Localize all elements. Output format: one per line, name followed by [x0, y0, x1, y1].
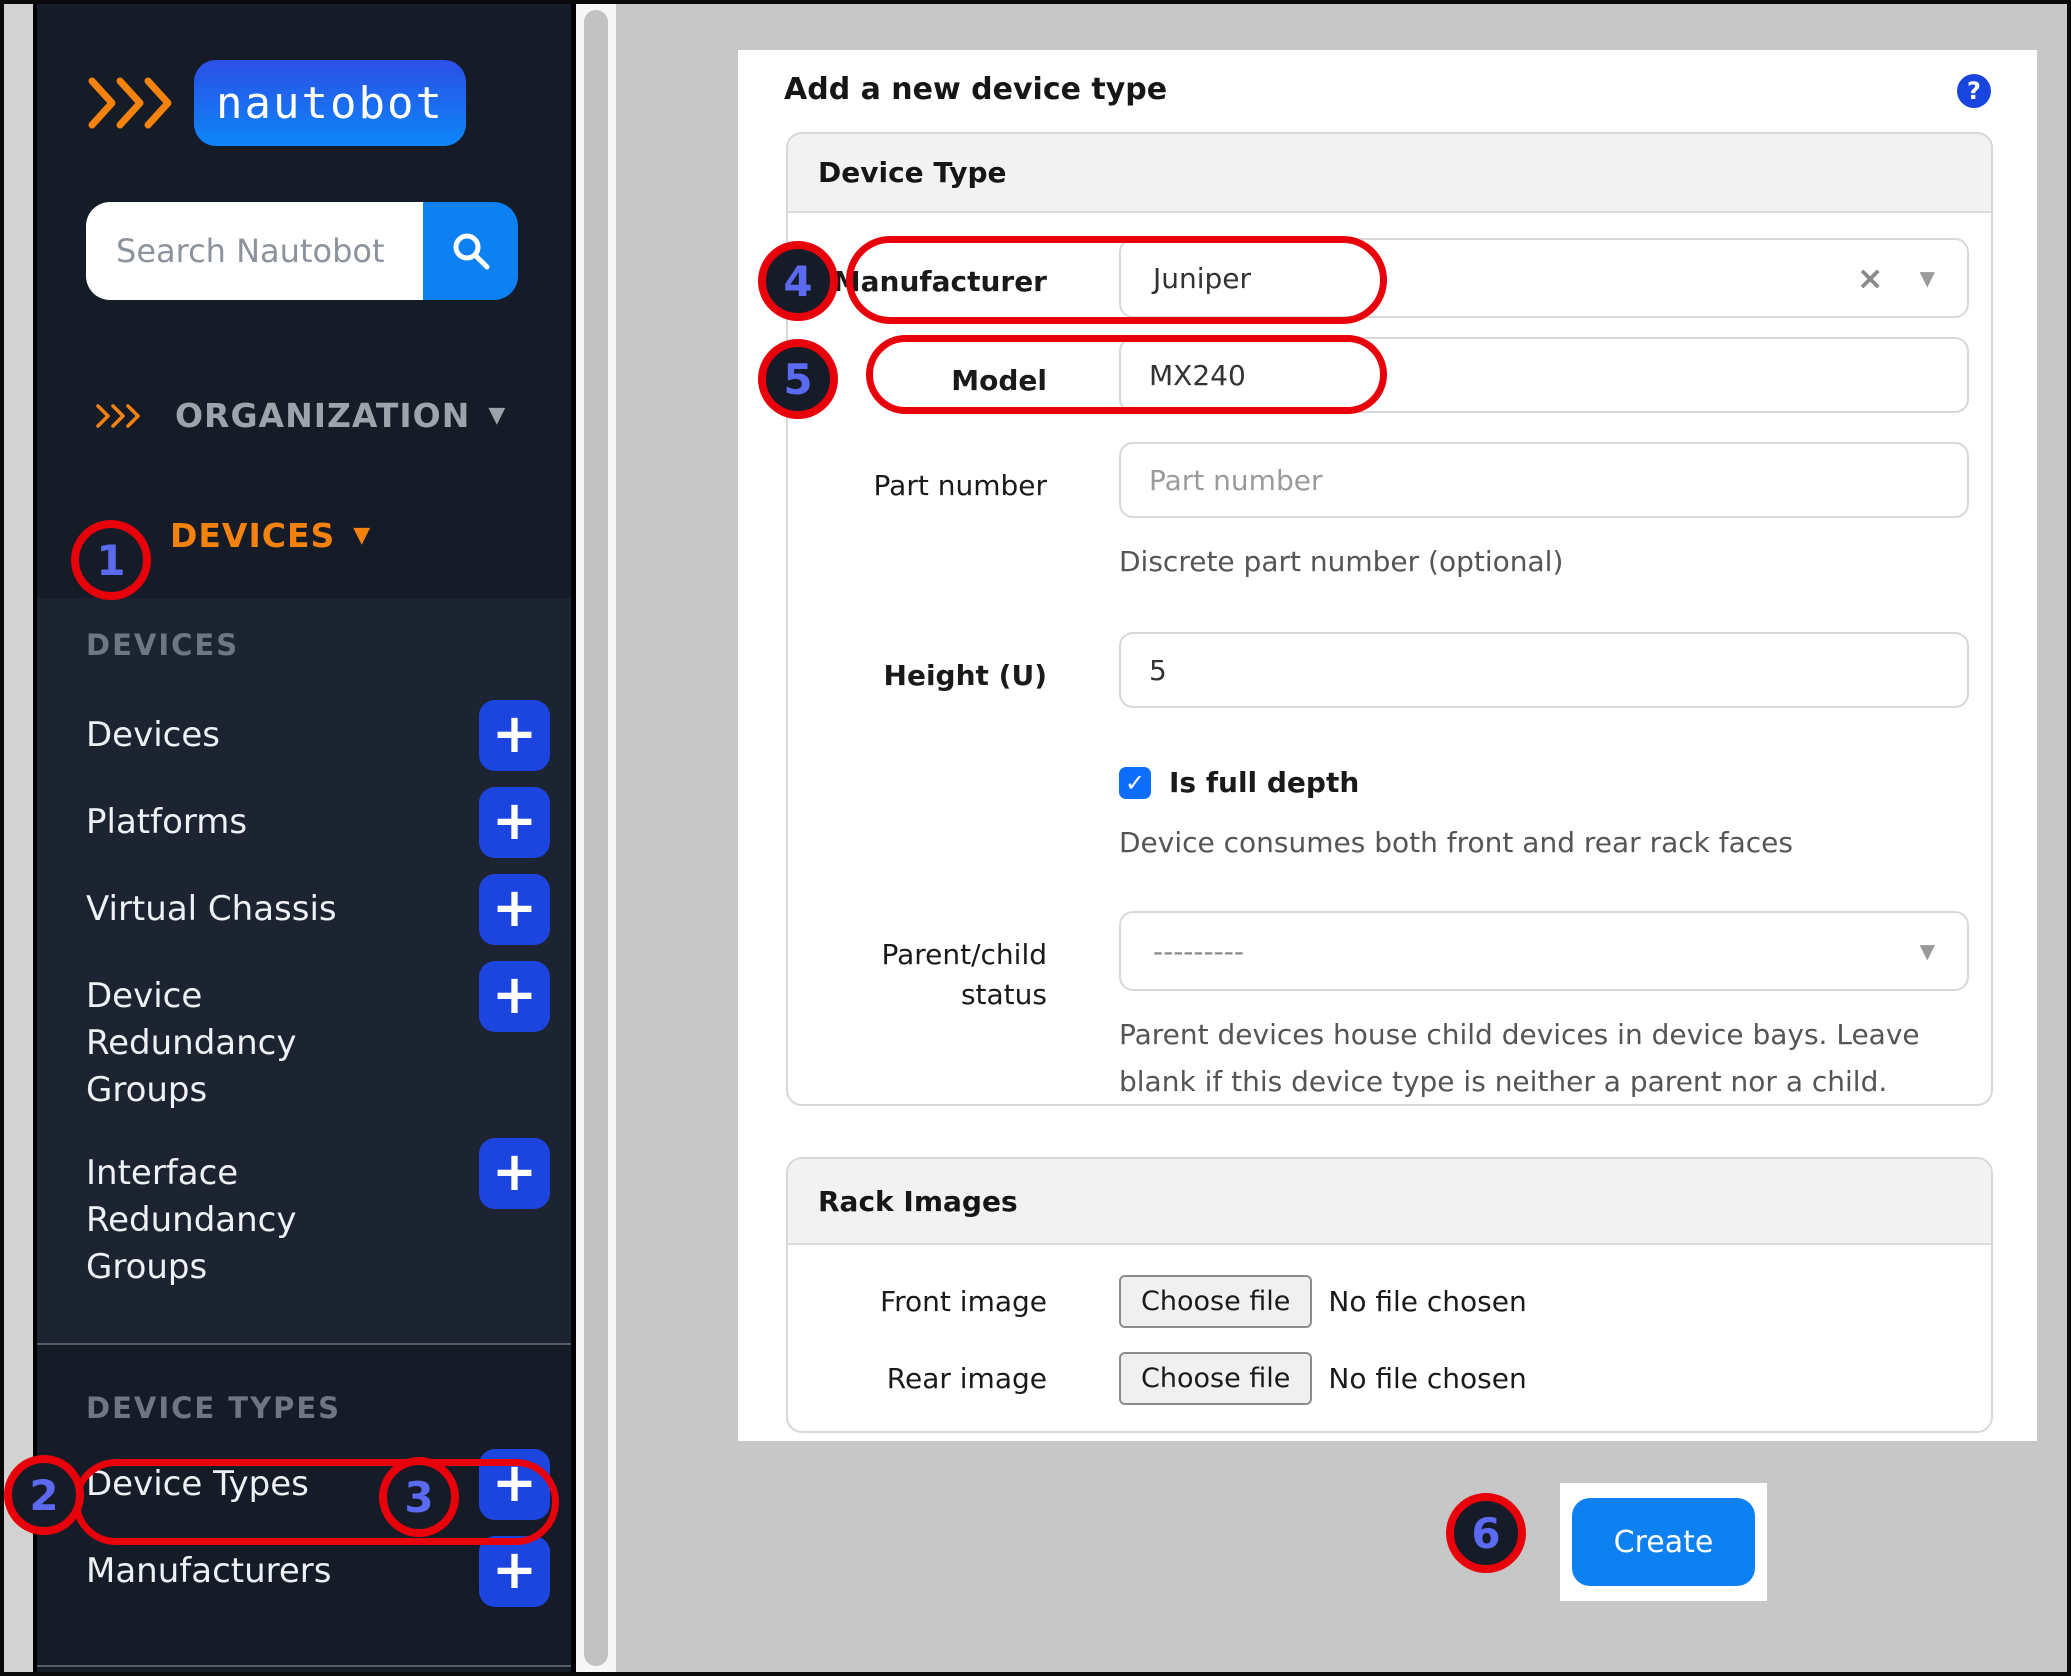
height-label: Height (U): [883, 659, 1047, 692]
rear-image-label: Rear image: [886, 1362, 1047, 1395]
chevron-down-icon: ▼: [1919, 266, 1935, 290]
create-button-card: Create: [1560, 1483, 1767, 1601]
front-image-label: Front image: [880, 1285, 1047, 1318]
devices-submenu: DEVICES Devices + Platforms + Virtual Ch…: [37, 598, 571, 1345]
add-device-type-button[interactable]: +: [479, 1449, 550, 1520]
device-types-submenu: DEVICE TYPES Device Types + Manufacturer…: [37, 1345, 571, 1672]
annotation-step-4: 4: [758, 241, 838, 321]
part-number-label: Part number: [873, 469, 1047, 502]
chevron-down-icon: ▼: [488, 403, 506, 428]
sidebar-item-manufacturers[interactable]: Manufacturers +: [86, 1536, 550, 1607]
scrollbar-track[interactable]: [576, 4, 616, 1672]
model-input[interactable]: [1119, 337, 1969, 413]
model-label: Model: [951, 364, 1047, 397]
model-row: Model: [788, 337, 1991, 413]
rear-image-status: No file chosen: [1328, 1362, 1527, 1395]
sidebar-item-label: Manufacturers: [86, 1551, 332, 1591]
annotation-step-3: 3: [379, 1457, 459, 1537]
nav-organization-label: ORGANIZATION: [175, 396, 471, 435]
add-platform-button[interactable]: +: [479, 787, 550, 858]
sidebar-item-label: Devices: [86, 715, 220, 755]
section-header-devices: DEVICES: [86, 628, 240, 662]
annotation-step-5: 5: [758, 339, 838, 419]
device-type-panel: Device Type Manufacturer Juniper × ▼ Mod…: [786, 132, 1993, 1106]
logo-wordmark: nautobot: [194, 60, 466, 146]
clear-selection-icon[interactable]: ×: [1857, 259, 1884, 297]
sidebar-item-label: Virtual Chassis: [86, 889, 337, 929]
sidebar-item-platforms[interactable]: Platforms +: [86, 787, 550, 858]
add-manufacturer-button[interactable]: +: [479, 1536, 550, 1607]
add-device-button[interactable]: +: [479, 700, 550, 771]
chevrons-small-icon: [95, 402, 143, 430]
scrollbar-thumb[interactable]: [584, 10, 608, 1666]
front-image-choose-file-button[interactable]: Choose file: [1119, 1275, 1313, 1328]
nav-devices[interactable]: DEVICES ▼: [170, 516, 370, 555]
sidebar-item-label: Platforms: [86, 802, 248, 842]
chevron-down-icon: ▼: [353, 523, 371, 548]
sidebar-item-interface-redundancy-groups[interactable]: Interface Redundancy Groups +: [86, 1138, 550, 1291]
sidebar-item-device-types[interactable]: Device Types +: [86, 1449, 550, 1520]
annotation-step-1: 1: [71, 520, 151, 600]
full-depth-row: ✓ Is full depth Device consumes both fro…: [788, 766, 1991, 866]
annotation-step-2: 2: [4, 1455, 84, 1535]
sidebar: nautobot Search Nautobot ORGANIZATION ▼ …: [33, 4, 576, 1672]
sidebar-item-label: Device Types: [86, 1464, 309, 1504]
nav-devices-label: DEVICES: [170, 516, 336, 555]
sidebar-divider: [37, 1665, 571, 1667]
page-title: Add a new device type: [784, 72, 1168, 107]
height-input[interactable]: [1119, 632, 1969, 708]
parent-child-row: Parent/child status --------- ▼ Parent d…: [788, 911, 1991, 1104]
add-device-redundancy-group-button[interactable]: +: [479, 961, 550, 1032]
chevrons-icon: [86, 71, 178, 135]
chevron-down-icon: ▼: [1919, 939, 1935, 963]
part-number-input[interactable]: [1119, 442, 1969, 518]
device-type-panel-header: Device Type: [788, 134, 1991, 213]
part-number-row: Part number Discrete part number (option…: [788, 442, 1991, 585]
part-number-help: Discrete part number (optional): [1119, 545, 1564, 578]
full-depth-checkbox[interactable]: ✓: [1119, 766, 1151, 799]
front-image-status: No file chosen: [1328, 1285, 1527, 1318]
manufacturer-select[interactable]: Juniper × ▼: [1119, 238, 1969, 318]
height-row: Height (U): [788, 632, 1991, 708]
sidebar-item-devices[interactable]: Devices +: [86, 700, 550, 771]
search-input[interactable]: Search Nautobot: [86, 202, 423, 300]
nav-organization[interactable]: ORGANIZATION ▼: [95, 396, 505, 435]
parent-child-label: Parent/child status: [881, 938, 1047, 1011]
section-header-device-types: DEVICE TYPES: [86, 1391, 342, 1425]
rear-image-row: Rear image Choose file No file chosen: [788, 1352, 1991, 1405]
parent-child-help: Parent devices house child devices in de…: [1119, 1018, 1920, 1098]
create-button[interactable]: Create: [1572, 1498, 1755, 1586]
sidebar-item-label: Device Redundancy Groups: [86, 976, 297, 1110]
full-depth-label: Is full depth: [1169, 766, 1360, 799]
search-bar: Search Nautobot: [86, 202, 518, 300]
rack-images-panel: Rack Images Front image Choose file No f…: [786, 1157, 1993, 1433]
add-interface-redundancy-group-button[interactable]: +: [479, 1138, 550, 1209]
manufacturer-row: Manufacturer Juniper × ▼: [788, 238, 1991, 318]
rack-images-panel-header: Rack Images: [788, 1159, 1991, 1245]
sidebar-item-label: Interface Redundancy Groups: [86, 1153, 297, 1287]
sidebar-item-virtual-chassis[interactable]: Virtual Chassis +: [86, 874, 550, 945]
parent-child-value: ---------: [1153, 934, 1244, 968]
help-icon[interactable]: ?: [1957, 74, 1991, 108]
sidebar-item-device-redundancy-groups[interactable]: Device Redundancy Groups +: [86, 961, 550, 1114]
front-image-row: Front image Choose file No file chosen: [788, 1275, 1991, 1328]
add-device-type-card: Add a new device type ? Device Type Manu…: [738, 50, 2037, 1441]
left-margin-strip: [4, 4, 33, 1672]
search-icon: [450, 230, 492, 272]
add-virtual-chassis-button[interactable]: +: [479, 874, 550, 945]
nautobot-logo[interactable]: nautobot: [86, 60, 466, 146]
rear-image-choose-file-button[interactable]: Choose file: [1119, 1352, 1313, 1405]
annotation-step-6: 6: [1446, 1493, 1526, 1573]
manufacturer-value: Juniper: [1153, 261, 1252, 295]
manufacturer-label: Manufacturer: [832, 265, 1047, 298]
full-depth-help: Device consumes both front and rear rack…: [1119, 826, 1793, 859]
parent-child-select[interactable]: --------- ▼: [1119, 911, 1969, 991]
app-window: nautobot Search Nautobot ORGANIZATION ▼ …: [0, 0, 2071, 1676]
search-button[interactable]: [423, 202, 518, 300]
